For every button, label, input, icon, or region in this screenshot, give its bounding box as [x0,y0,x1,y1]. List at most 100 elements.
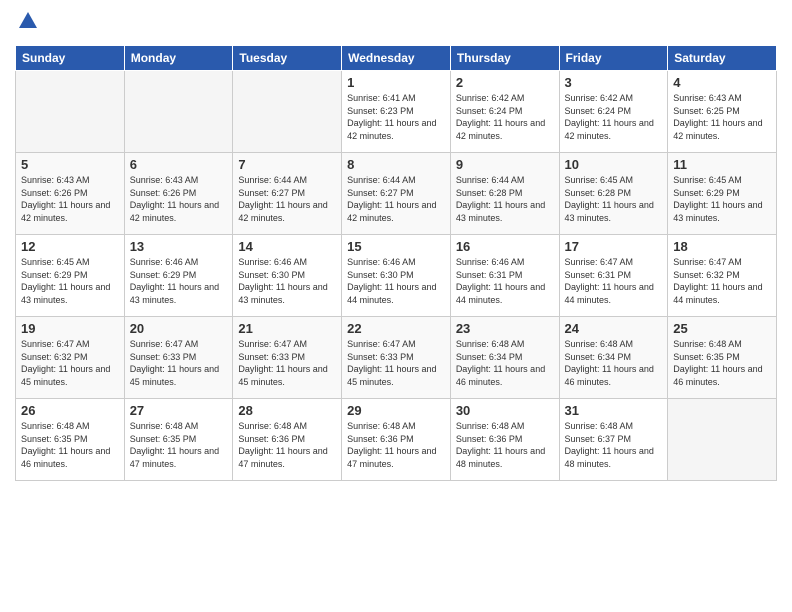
day-info: Sunrise: 6:47 AMSunset: 6:32 PMDaylight:… [21,338,119,388]
calendar-week-row: 12 Sunrise: 6:45 AMSunset: 6:29 PMDayligh… [16,235,777,317]
weekday-header-monday: Monday [124,46,233,71]
calendar-cell: 27Sunrise: 6:48 AMSunset: 6:35 PMDayligh… [124,399,233,481]
logo [15,10,39,37]
day-number: 15 [347,239,445,254]
day-number: 14 [238,239,336,254]
day-info: Sunrise: 6:48 AMSunset: 6:34 PMDaylight:… [456,338,554,388]
weekday-header-friday: Friday [559,46,668,71]
calendar-cell: 25Sunrise: 6:48 AMSunset: 6:35 PMDayligh… [668,317,777,399]
day-info: Sunrise: 6:48 AMSunset: 6:34 PMDaylight:… [565,338,663,388]
day-number: 10 [565,157,663,172]
calendar-cell: 15 Sunrise: 6:46 AMSunset: 6:30 PMDayligh… [342,235,451,317]
day-info: Sunrise: 6:45 AMSunset: 6:29 PMDaylight:… [21,256,119,306]
calendar-cell: 9Sunrise: 6:44 AMSunset: 6:28 PMDaylight… [450,153,559,235]
weekday-header-thursday: Thursday [450,46,559,71]
calendar-cell: 11Sunrise: 6:45 AMSunset: 6:29 PMDayligh… [668,153,777,235]
day-info: Sunrise: 6:41 AMSunset: 6:23 PMDaylight:… [347,92,445,142]
day-info: Sunrise: 6:46 AMSunset: 6:30 PMDaylight:… [238,256,336,306]
day-number: 1 [347,75,445,90]
day-info: Sunrise: 6:47 AMSunset: 6:31 PMDaylight:… [565,256,663,306]
day-number: 7 [238,157,336,172]
calendar-cell: 3Sunrise: 6:42 AMSunset: 6:24 PMDaylight… [559,71,668,153]
calendar-cell: 20 Sunrise: 6:47 AMSunset: 6:33 PMDayligh… [124,317,233,399]
day-number: 18 [673,239,771,254]
day-info: Sunrise: 6:46 AMSunset: 6:29 PMDaylight:… [130,256,228,306]
day-number: 9 [456,157,554,172]
day-info: Sunrise: 6:42 AMSunset: 6:24 PMDaylight:… [456,92,554,142]
calendar-header-row: SundayMondayTuesdayWednesdayThursdayFrid… [16,46,777,71]
day-number: 20 [130,321,228,336]
calendar-cell: 13 Sunrise: 6:46 AMSunset: 6:29 PMDayligh… [124,235,233,317]
weekday-header-saturday: Saturday [668,46,777,71]
day-info: Sunrise: 6:43 AMSunset: 6:26 PMDaylight:… [130,174,228,224]
day-info: Sunrise: 6:45 AMSunset: 6:28 PMDaylight:… [565,174,663,224]
weekday-header-sunday: Sunday [16,46,125,71]
day-info: Sunrise: 6:47 AMSunset: 6:33 PMDaylight:… [347,338,445,388]
calendar-cell: 26 Sunrise: 6:48 AMSunset: 6:35 PMDayligh… [16,399,125,481]
day-info: Sunrise: 6:43 AMSunset: 6:25 PMDaylight:… [673,92,771,142]
weekday-header-wednesday: Wednesday [342,46,451,71]
day-info: Sunrise: 6:46 AMSunset: 6:30 PMDaylight:… [347,256,445,306]
day-number: 4 [673,75,771,90]
calendar-cell: 10 Sunrise: 6:45 AMSunset: 6:28 PMDayligh… [559,153,668,235]
day-number: 22 [347,321,445,336]
day-info: Sunrise: 6:47 AMSunset: 6:33 PMDaylight:… [130,338,228,388]
logo-text [15,10,39,37]
day-info: Sunrise: 6:47 AMSunset: 6:33 PMDaylight:… [238,338,336,388]
calendar-cell: 6Sunrise: 6:43 AMSunset: 6:26 PMDaylight… [124,153,233,235]
calendar-cell: 28 Sunrise: 6:48 AMSunset: 6:36 PMDayligh… [233,399,342,481]
day-info: Sunrise: 6:43 AMSunset: 6:26 PMDaylight:… [21,174,119,224]
day-info: Sunrise: 6:48 AMSunset: 6:35 PMDaylight:… [21,420,119,470]
calendar-cell [233,71,342,153]
day-number: 25 [673,321,771,336]
calendar-week-row: 26 Sunrise: 6:48 AMSunset: 6:35 PMDayligh… [16,399,777,481]
logo-icon [17,10,39,32]
calendar-cell: 16 Sunrise: 6:46 AMSunset: 6:31 PMDayligh… [450,235,559,317]
day-info: Sunrise: 6:47 AMSunset: 6:32 PMDaylight:… [673,256,771,306]
day-number: 12 [21,239,119,254]
day-number: 24 [565,321,663,336]
calendar-cell: 14 Sunrise: 6:46 AMSunset: 6:30 PMDayligh… [233,235,342,317]
calendar-cell: 8 Sunrise: 6:44 AMSunset: 6:27 PMDaylight… [342,153,451,235]
day-info: Sunrise: 6:48 AMSunset: 6:35 PMDaylight:… [130,420,228,470]
calendar-cell: 7Sunrise: 6:44 AMSunset: 6:27 PMDaylight… [233,153,342,235]
calendar-cell: 17 Sunrise: 6:47 AMSunset: 6:31 PMDayligh… [559,235,668,317]
day-number: 23 [456,321,554,336]
day-info: Sunrise: 6:46 AMSunset: 6:31 PMDaylight:… [456,256,554,306]
calendar-cell [124,71,233,153]
calendar-cell: 29 Sunrise: 6:48 AMSunset: 6:36 PMDayligh… [342,399,451,481]
calendar-cell: 31Sunrise: 6:48 AMSunset: 6:37 PMDayligh… [559,399,668,481]
day-number: 28 [238,403,336,418]
day-info: Sunrise: 6:44 AMSunset: 6:27 PMDaylight:… [347,174,445,224]
day-number: 21 [238,321,336,336]
day-number: 8 [347,157,445,172]
day-number: 5 [21,157,119,172]
calendar-cell [16,71,125,153]
calendar-cell: 19 Sunrise: 6:47 AMSunset: 6:32 PMDayligh… [16,317,125,399]
calendar-cell: 23 Sunrise: 6:48 AMSunset: 6:34 PMDayligh… [450,317,559,399]
day-number: 13 [130,239,228,254]
calendar-cell [668,399,777,481]
day-info: Sunrise: 6:48 AMSunset: 6:37 PMDaylight:… [565,420,663,470]
calendar-cell: 22 Sunrise: 6:47 AMSunset: 6:33 PMDayligh… [342,317,451,399]
day-info: Sunrise: 6:48 AMSunset: 6:36 PMDaylight:… [347,420,445,470]
day-number: 30 [456,403,554,418]
day-info: Sunrise: 6:48 AMSunset: 6:36 PMDaylight:… [238,420,336,470]
calendar-cell: 12 Sunrise: 6:45 AMSunset: 6:29 PMDayligh… [16,235,125,317]
calendar-week-row: 5 Sunrise: 6:43 AMSunset: 6:26 PMDaylight… [16,153,777,235]
calendar: SundayMondayTuesdayWednesdayThursdayFrid… [15,45,777,481]
calendar-week-row: 1 Sunrise: 6:41 AMSunset: 6:23 PMDaylight… [16,71,777,153]
calendar-week-row: 19 Sunrise: 6:47 AMSunset: 6:32 PMDayligh… [16,317,777,399]
day-number: 26 [21,403,119,418]
calendar-cell: 24 Sunrise: 6:48 AMSunset: 6:34 PMDayligh… [559,317,668,399]
day-number: 29 [347,403,445,418]
page: SundayMondayTuesdayWednesdayThursdayFrid… [0,0,792,612]
header [15,10,777,37]
day-number: 17 [565,239,663,254]
day-info: Sunrise: 6:45 AMSunset: 6:29 PMDaylight:… [673,174,771,224]
calendar-cell: 18 Sunrise: 6:47 AMSunset: 6:32 PMDayligh… [668,235,777,317]
day-number: 19 [21,321,119,336]
calendar-cell: 30Sunrise: 6:48 AMSunset: 6:36 PMDayligh… [450,399,559,481]
day-number: 16 [456,239,554,254]
day-number: 3 [565,75,663,90]
